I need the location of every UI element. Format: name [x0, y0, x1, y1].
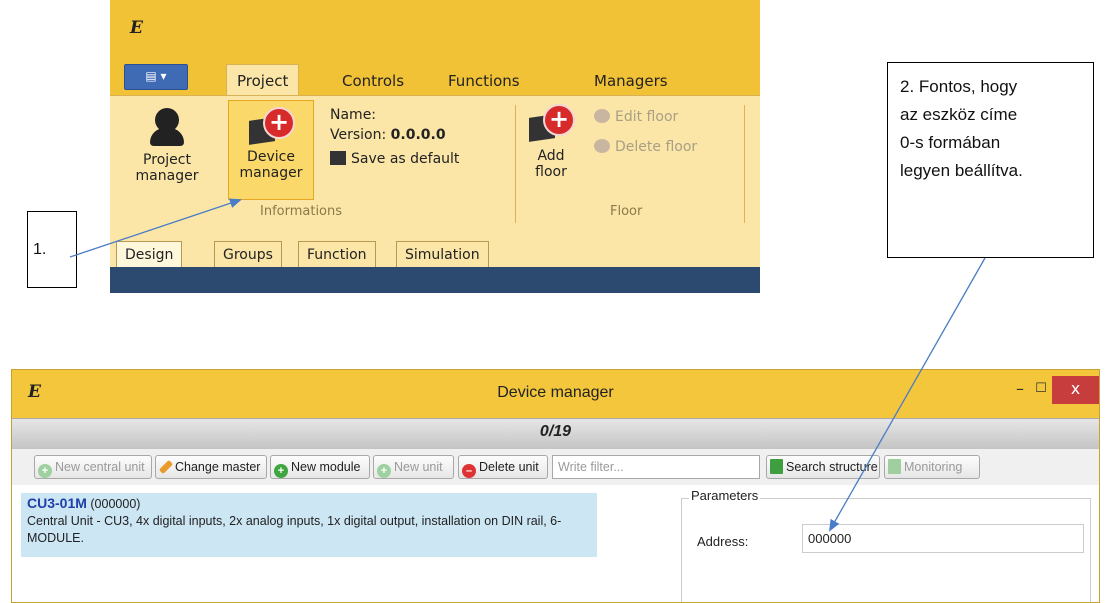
annotation-arrows	[69, 198, 986, 532]
arrow-to-address-field	[829, 257, 986, 532]
arrow-to-device-manager	[69, 198, 242, 258]
